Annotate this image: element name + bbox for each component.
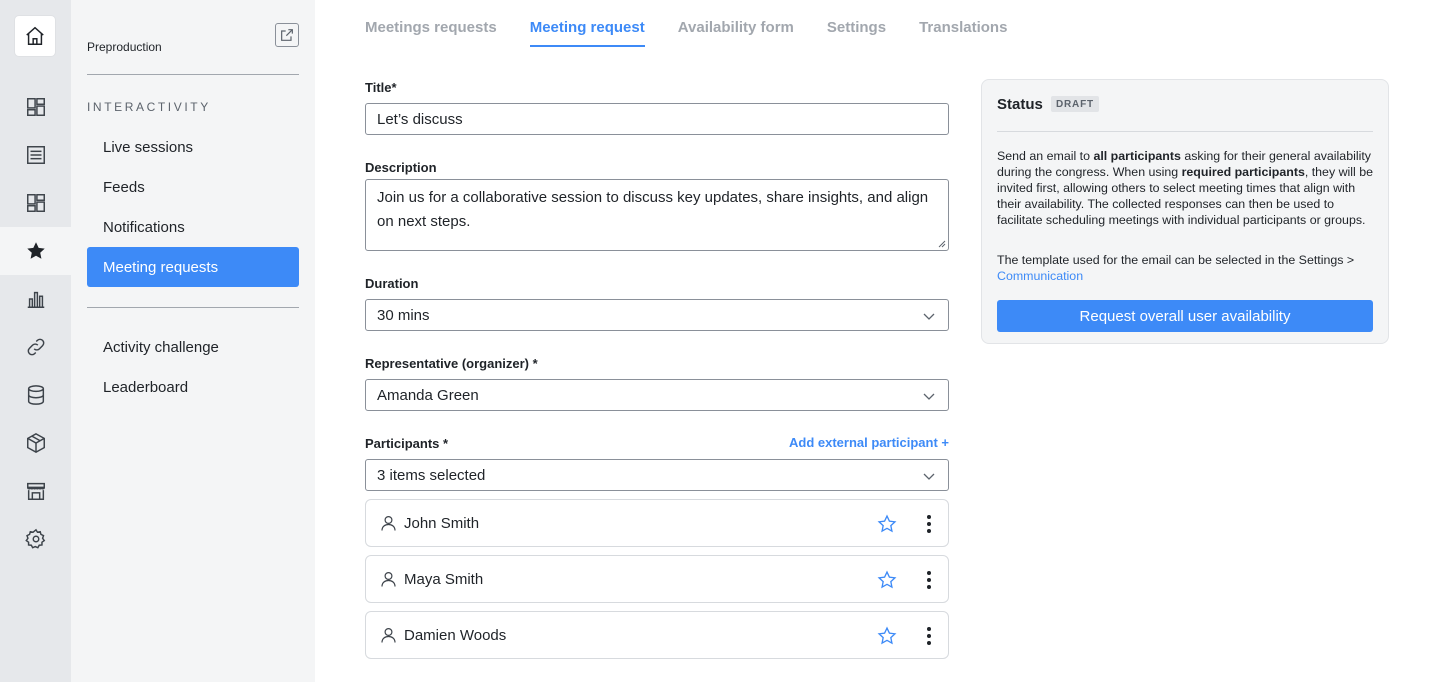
duration-value: 30 mins [377, 306, 430, 324]
more-vertical-icon[interactable] [922, 514, 936, 534]
status-description: Send an email to all participants asking… [997, 148, 1375, 228]
rail-item-store[interactable] [0, 467, 71, 515]
tab-settings[interactable]: Settings [827, 0, 886, 47]
participant-row: John Smith [365, 499, 949, 547]
rail-item-settings[interactable] [0, 515, 71, 563]
star-outline-icon[interactable] [877, 626, 897, 646]
sidebar-item-leaderboard[interactable]: Leaderboard [87, 367, 299, 407]
status-emphasis: required participants [1181, 165, 1305, 179]
sidebar-divider [87, 307, 299, 308]
title-label: Title* [365, 80, 397, 95]
template-note-text: The template used for the email can be s… [997, 253, 1355, 267]
dashboard-icon [26, 98, 45, 116]
home-button[interactable] [15, 16, 55, 56]
title-field[interactable]: Let’s discuss [365, 103, 949, 135]
star-outline-icon[interactable] [877, 570, 897, 590]
card-divider [997, 131, 1373, 132]
tab-translations[interactable]: Translations [919, 0, 1007, 47]
participant-row: Maya Smith [365, 555, 949, 603]
sidebar-divider [87, 74, 299, 75]
star-outline-icon[interactable] [877, 514, 897, 534]
template-note: The template used for the email can be s… [997, 252, 1375, 284]
bar-chart-icon [27, 291, 44, 308]
request-availability-button[interactable]: Request overall user availability [997, 300, 1373, 332]
participant-name: Damien Woods [404, 626, 507, 644]
user-icon [381, 515, 396, 531]
participant-name: John Smith [404, 514, 480, 532]
status-badge: DRAFT [1051, 96, 1099, 112]
chevron-down-icon [923, 313, 935, 320]
description-textarea[interactable]: Join us for a collaborative session to d… [365, 179, 949, 251]
tab-meeting-request[interactable]: Meeting request [529, 0, 645, 47]
add-external-participant-link[interactable]: Add external participant + [789, 435, 949, 450]
rail-item-layout[interactable] [0, 179, 71, 227]
rail-item-interactivity[interactable] [0, 227, 71, 275]
rail-item-dashboard[interactable] [0, 83, 71, 131]
sidebar-item-notifications[interactable]: Notifications [87, 207, 299, 247]
rail-item-list[interactable] [0, 131, 71, 179]
status-emphasis: all participants [1093, 149, 1181, 163]
user-icon [381, 571, 396, 587]
more-vertical-icon[interactable] [922, 626, 936, 646]
icon-rail [0, 0, 71, 682]
sidebar-item-feeds[interactable]: Feeds [87, 167, 299, 207]
chevron-down-icon [923, 473, 935, 480]
section-title: INTERACTIVITY [87, 100, 211, 114]
duration-label: Duration [365, 276, 419, 291]
status-text: Send an email to [997, 149, 1094, 163]
status-card: Status DRAFT Send an email to all partic… [981, 79, 1389, 344]
rail-item-database[interactable] [0, 371, 71, 419]
participant-name: Maya Smith [404, 570, 484, 588]
status-title: Status [997, 96, 1043, 113]
sidebar: Preproduction INTERACTIVITY Live session… [71, 0, 315, 682]
star-icon [26, 242, 45, 259]
description-label: Description [365, 160, 437, 175]
participants-select[interactable]: 3 items selected [365, 459, 949, 491]
environment-label: Preproduction [87, 40, 162, 54]
communication-link[interactable]: Communication [997, 269, 1083, 283]
external-link-icon [281, 29, 293, 41]
sidebar-item-activity-challenge[interactable]: Activity challenge [87, 327, 299, 367]
participant-row: Damien Woods [365, 611, 949, 659]
participants-label: Participants * [365, 436, 449, 451]
store-icon [26, 482, 45, 500]
duration-select[interactable]: 30 mins [365, 299, 949, 331]
rail-item-links[interactable] [0, 323, 71, 371]
representative-label: Representative (organizer) * [365, 356, 538, 371]
link-icon [27, 338, 44, 356]
tab-availability-form[interactable]: Availability form [678, 0, 794, 47]
sidebar-item-live-sessions[interactable]: Live sessions [87, 127, 299, 167]
tab-meetings-requests[interactable]: Meetings requests [365, 0, 497, 47]
home-icon [26, 26, 44, 45]
title-value: Let’s discuss [377, 110, 463, 128]
representative-select[interactable]: Amanda Green [365, 379, 949, 411]
database-icon [27, 385, 44, 405]
representative-value: Amanda Green [377, 386, 479, 404]
description-value: Join us for a collaborative session to d… [377, 189, 929, 230]
list-icon [26, 146, 45, 164]
participants-select-value: 3 items selected [377, 466, 486, 484]
more-vertical-icon[interactable] [922, 570, 936, 590]
open-external-button[interactable] [275, 23, 299, 47]
package-icon [26, 432, 45, 454]
user-icon [381, 627, 396, 643]
gear-icon [24, 528, 45, 549]
resize-handle-icon[interactable] [938, 240, 946, 248]
rail-item-packages[interactable] [0, 419, 71, 467]
tab-bar: Meetings requests Meeting request Availa… [365, 0, 1040, 47]
sidebar-item-meeting-requests[interactable]: Meeting requests [87, 247, 299, 287]
chevron-down-icon [923, 393, 935, 400]
layout-icon [26, 194, 45, 212]
rail-item-analytics[interactable] [0, 275, 71, 323]
